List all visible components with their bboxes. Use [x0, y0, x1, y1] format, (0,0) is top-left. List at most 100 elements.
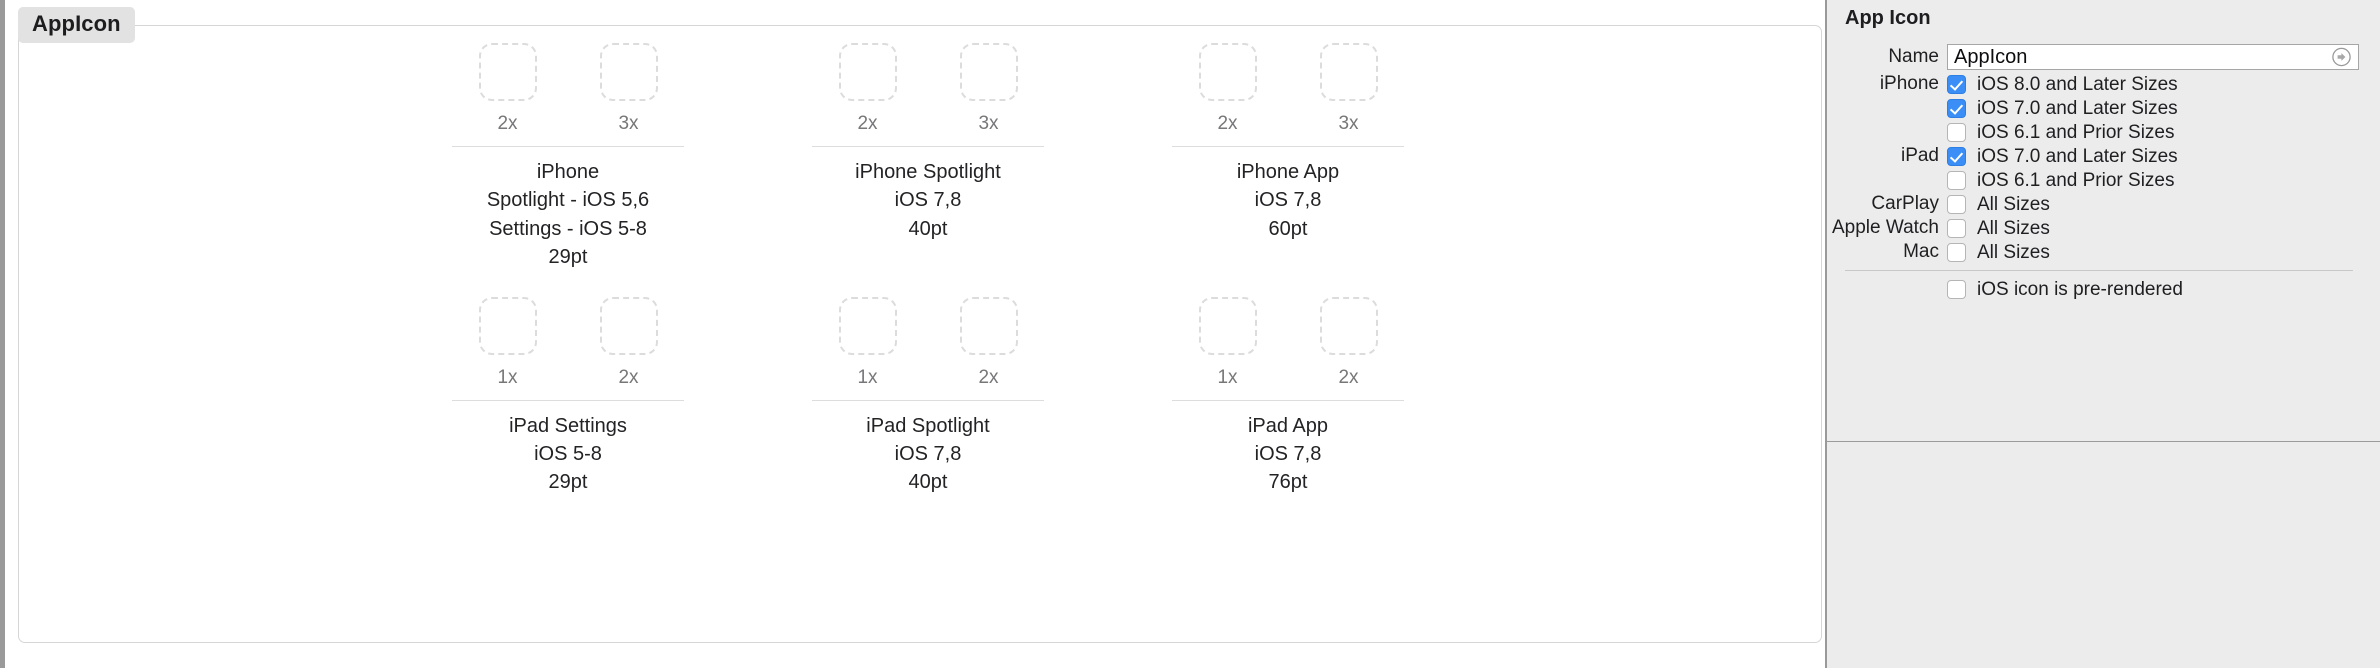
icon-scale-label: 1x — [1217, 366, 1238, 388]
icon-slot[interactable]: 2x — [928, 296, 1049, 387]
icon-placeholder-dropzone[interactable] — [838, 296, 897, 355]
icon-placeholder-dropzone[interactable] — [959, 296, 1018, 355]
icon-set-grid: 2x 3x iPhone Spotlight - iOS 5,6 Setting… — [19, 26, 1821, 642]
name-input[interactable]: AppIcon — [1947, 44, 2359, 70]
icon-slot[interactable]: 2x — [1167, 43, 1288, 133]
icon-set: 1x 2x iPad Settings iOS 5-8 29pt — [388, 296, 748, 497]
icon-placeholder-dropzone[interactable] — [1198, 296, 1257, 355]
checkbox-ipad-ios7[interactable] — [1947, 146, 1966, 166]
icon-placeholder-dropzone[interactable] — [838, 43, 897, 101]
caption-line: Spotlight - iOS 5,6 — [486, 189, 650, 212]
icon-set-row-iphone: 2x 3x iPhone Spotlight - iOS 5,6 Setting… — [388, 43, 1468, 272]
caption-line: 40pt — [908, 471, 948, 494]
xcode-asset-catalog-editor: AppIcon 2x 3x iPhone Spotlight - iOS 5,6… — [0, 0, 2380, 668]
checkbox-label: iOS 6.1 and Prior Sizes — [1977, 121, 2175, 143]
iphone-ios61-row[interactable]: iOS 6.1 and Prior Sizes — [1827, 120, 2380, 144]
prerendered-row[interactable]: iOS icon is pre-rendered — [1827, 277, 2380, 301]
icon-scale-label: 2x — [1338, 366, 1359, 388]
icon-scale-label: 1x — [857, 366, 878, 388]
carplay-row[interactable]: CarPlay All Sizes — [1827, 192, 2380, 216]
apple-watch-row[interactable]: Apple Watch All Sizes — [1827, 216, 2380, 240]
name-input-value: AppIcon — [1954, 46, 2028, 68]
caption-line: iOS 7,8 — [894, 189, 962, 212]
icon-slot[interactable]: 1x — [447, 296, 568, 388]
caption-line: iPhone — [536, 161, 600, 183]
checkbox-label: All Sizes — [1977, 193, 2050, 215]
caption-line: 29pt — [548, 471, 588, 494]
caption-line: 40pt — [908, 217, 948, 240]
icon-set-divider — [812, 146, 1044, 147]
icon-slot-group: 1x 2x — [748, 296, 1108, 388]
icon-placeholder-dropzone[interactable] — [959, 43, 1018, 101]
ipad-label: iPad — [1900, 145, 1939, 166]
checkbox-label: iOS icon is pre-rendered — [1977, 278, 2183, 300]
checkbox-mac[interactable] — [1947, 242, 1966, 262]
mac-row[interactable]: Mac All Sizes — [1827, 240, 2380, 264]
checkbox-ipad-ios61[interactable] — [1947, 170, 1966, 190]
carplay-label: CarPlay — [1871, 193, 1939, 214]
caption-line: Settings - iOS 5-8 — [489, 217, 647, 240]
icon-set-caption: iPad Spotlight iOS 7,8 40pt — [866, 412, 989, 497]
iphone-ios8-row[interactable]: iPhone iOS 8.0 and Later Sizes — [1827, 72, 2380, 96]
icon-placeholder-dropzone[interactable] — [478, 296, 537, 355]
icon-slot[interactable]: 1x — [1167, 296, 1288, 388]
icon-slot[interactable]: 2x — [447, 43, 568, 133]
icon-slot-group: 2x 3x — [1108, 43, 1468, 133]
inspector-section-title: App Icon — [1845, 7, 1931, 29]
tab-appicon[interactable]: AppIcon — [18, 7, 135, 43]
icon-scale-label: 1x — [497, 366, 518, 388]
inspector-divider — [1845, 270, 2353, 271]
caption-line: iPad App — [1247, 414, 1329, 437]
checkbox-iphone-ios61[interactable] — [1947, 122, 1966, 142]
icon-set-caption: iPhone Spotlight iOS 7,8 40pt — [855, 158, 1001, 243]
icon-placeholder-dropzone[interactable] — [1319, 296, 1378, 355]
icon-slot[interactable]: 1x — [807, 296, 928, 388]
checkbox-carplay[interactable] — [1947, 194, 1966, 214]
name-row: Name AppIcon — [1827, 42, 2380, 72]
circle-arrow-right-icon[interactable] — [2332, 47, 2351, 67]
checkbox-iphone-ios8[interactable] — [1947, 74, 1966, 94]
icon-slot-group: 1x 2x — [388, 296, 748, 388]
icon-scale-label: 3x — [618, 113, 639, 134]
icon-scale-label: 2x — [1217, 113, 1238, 134]
icon-placeholder-dropzone[interactable] — [599, 296, 658, 355]
caption-line: iPhone Spotlight — [855, 161, 1001, 183]
caption-line: iOS 7,8 — [1254, 189, 1322, 212]
icon-slot[interactable]: 3x — [928, 43, 1049, 133]
icon-placeholder-dropzone[interactable] — [1198, 43, 1257, 101]
icon-set-divider — [452, 399, 684, 401]
icon-set-divider — [812, 399, 1044, 401]
icon-set: 2x 3x iPhone Spotlight - iOS 5,6 Setting… — [388, 43, 748, 272]
attributes-inspector: App Icon Name AppIcon iPhone iOS 8.0 and… — [1825, 0, 2380, 668]
icon-slot[interactable]: 3x — [1288, 43, 1409, 133]
checkbox-iphone-ios7[interactable] — [1947, 98, 1966, 118]
icon-placeholder-dropzone[interactable] — [599, 43, 658, 101]
caption-line: iOS 5-8 — [534, 442, 602, 465]
caption-line: iOS 7,8 — [1254, 442, 1322, 465]
icon-scale-label: 3x — [1338, 113, 1359, 134]
iphone-label: iPhone — [1879, 73, 1939, 94]
icon-slot[interactable]: 2x — [568, 296, 689, 387]
icon-slot-group: 2x 3x — [388, 43, 748, 133]
icon-slot[interactable]: 2x — [807, 43, 928, 133]
ipad-ios7-row[interactable]: iPad iOS 7.0 and Later Sizes — [1827, 144, 2380, 168]
ipad-ios61-row[interactable]: iOS 6.1 and Prior Sizes — [1827, 168, 2380, 192]
icon-canvas: 2x 3x iPhone Spotlight - iOS 5,6 Setting… — [18, 25, 1822, 643]
icon-set: 2x 3x iPhone Spotlight iOS 7,8 40pt — [748, 43, 1108, 272]
caption-line: iOS 7,8 — [894, 442, 962, 465]
checkbox-prerendered[interactable] — [1947, 279, 1966, 299]
icon-placeholder-dropzone[interactable] — [478, 43, 537, 101]
icon-slot[interactable]: 2x — [1288, 296, 1409, 388]
checkbox-label: All Sizes — [1977, 241, 2050, 263]
caption-line: iPad Spotlight — [866, 414, 990, 437]
caption-line: 60pt — [1268, 217, 1308, 240]
caption-line: iPhone App — [1236, 161, 1340, 183]
app-icon-section: App Icon Name AppIcon iPhone iOS 8.0 and… — [1827, 0, 2380, 301]
icon-set-caption: iPhone App iOS 7,8 60pt — [1237, 158, 1339, 243]
iphone-ios7-row[interactable]: iOS 7.0 and Later Sizes — [1827, 96, 2380, 120]
icon-slot[interactable]: 3x — [568, 43, 689, 133]
caption-line: 29pt — [548, 246, 588, 269]
checkbox-apple-watch[interactable] — [1947, 218, 1966, 238]
icon-placeholder-dropzone[interactable] — [1319, 43, 1378, 101]
icon-scale-label: 3x — [978, 113, 999, 134]
